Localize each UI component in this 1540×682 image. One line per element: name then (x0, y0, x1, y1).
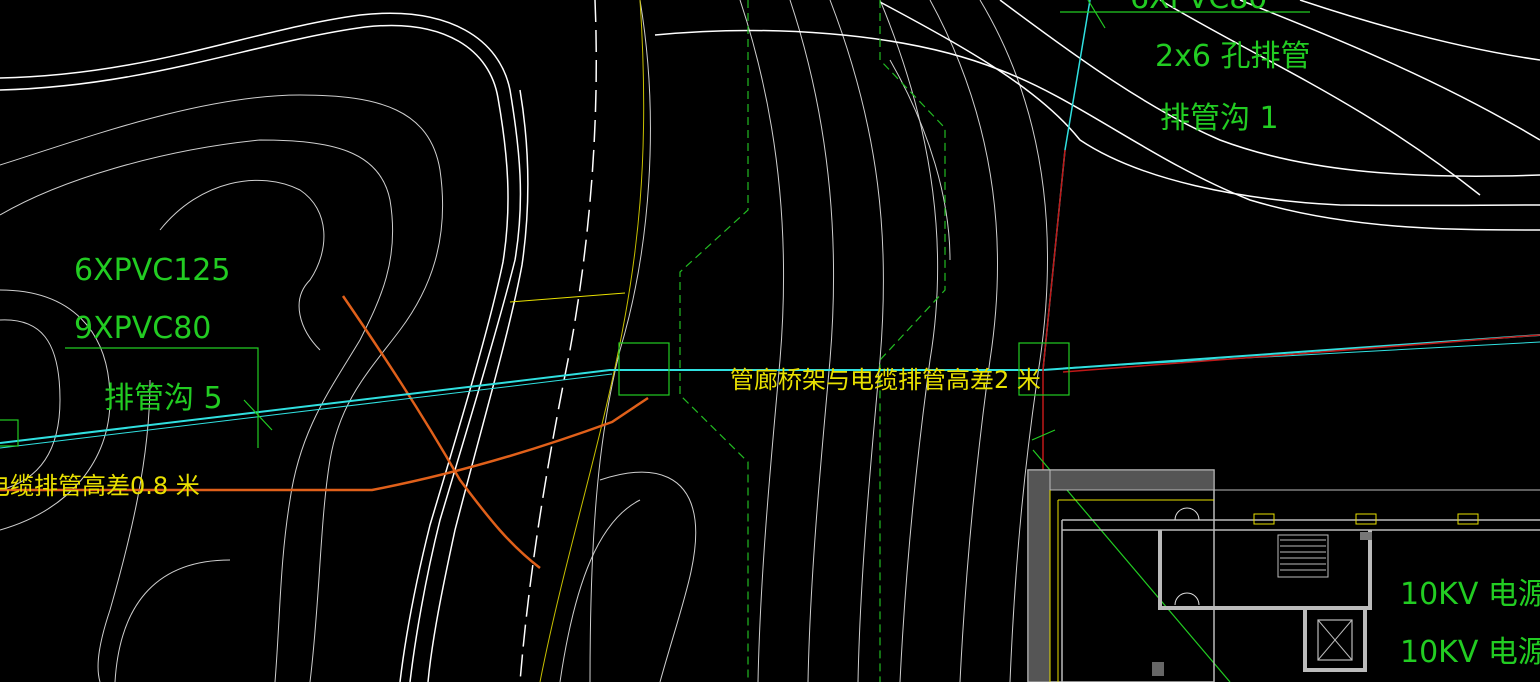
label-left-trench: 排管沟 5 (104, 381, 223, 416)
cad-drawing-canvas[interactable]: 6XPVC80 2x6 孔排管 排管沟 1 6XPVC125 9XPVC80 排… (0, 0, 1540, 682)
label-top-right-pipe: 2x6 孔排管 (1155, 39, 1310, 74)
label-left-pipe-b: 9XPVC80 (74, 311, 211, 346)
label-power-loop-in: 10KV 电源环网进 (1400, 577, 1540, 612)
label-left-pipe-a: 6XPVC125 (74, 253, 230, 288)
label-power-loop-out: 10KV 电源环网出 (1400, 635, 1540, 670)
label-top-right-trench: 排管沟 1 (1160, 101, 1279, 136)
label-mid-height-diff: 管廊桥架与电缆排管高差2 米 (730, 366, 1041, 394)
canvas-background (0, 0, 1540, 682)
label-top-right-partial: 6XPVC80 (1130, 0, 1267, 16)
label-left-height-diff: 电缆排管高差0.8 米 (0, 472, 200, 500)
